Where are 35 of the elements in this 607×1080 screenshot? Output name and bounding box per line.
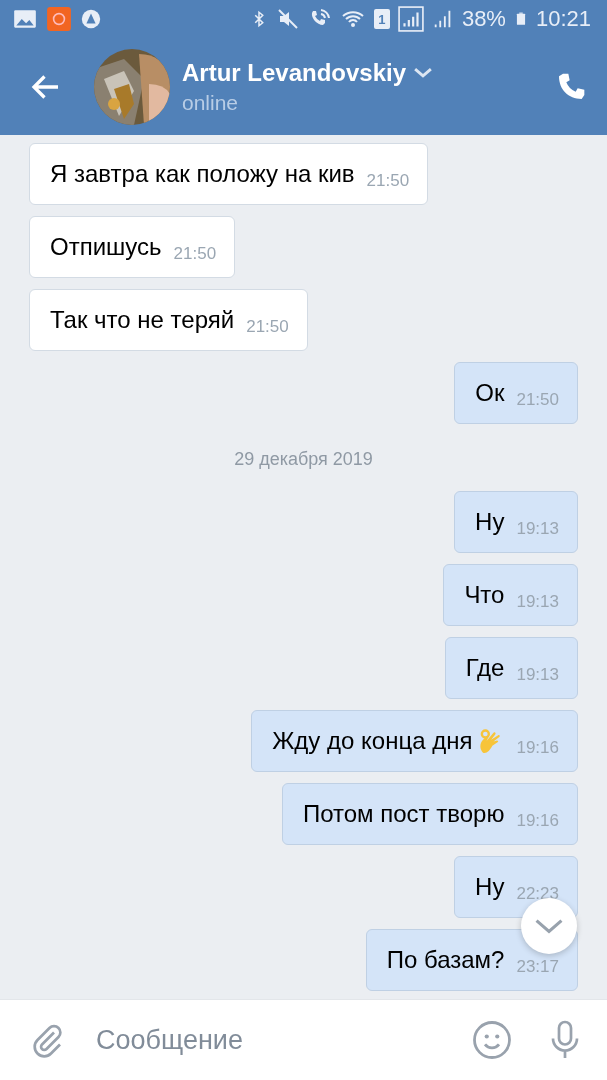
sim-badge: 1 [373, 9, 390, 29]
message-time: 19:16 [516, 738, 559, 758]
message-time: 21:50 [173, 244, 217, 264]
contact-name[interactable]: Artur Levandovskiy [182, 58, 407, 87]
composer-bar[interactable]: Сообщение [0, 999, 607, 1080]
chevron-down-icon [414, 67, 433, 78]
message-text: Отпишусь [50, 233, 162, 261]
signal-icon [397, 6, 424, 32]
message-time: 19:13 [516, 592, 559, 612]
contact-status: online [182, 90, 240, 115]
message-time: 19:16 [516, 811, 559, 831]
battery-percent: 38% [461, 6, 506, 32]
message-text: Потом пост творю [302, 800, 505, 828]
message-text: Жду до конца дня [272, 727, 473, 755]
mute-icon [275, 7, 300, 31]
message-time: 21:50 [366, 171, 410, 191]
message-time: 19:13 [516, 665, 559, 685]
emoji-icon[interactable] [471, 1019, 513, 1061]
message-text: По базам? [386, 946, 505, 974]
message-text: Где [465, 654, 505, 682]
message-time: 22:23 [516, 884, 559, 904]
chevron-down-icon [535, 918, 563, 934]
message-time: 19:13 [516, 519, 559, 539]
clock: 10:21 [535, 6, 591, 32]
message-text: Ну [475, 508, 505, 536]
message-field[interactable]: Сообщение [94, 1023, 471, 1057]
message-time: 21:50 [516, 390, 559, 410]
message-text: Что [464, 581, 505, 609]
message-time: 21:50 [246, 317, 289, 337]
date-divider: 29 декабря 2019 [234, 449, 373, 470]
message-time: 23:17 [516, 957, 559, 977]
message-text: Я завтра как положу на кив [50, 160, 355, 188]
message-text: Так что не теряй [50, 306, 235, 334]
message-text: Ну [475, 873, 505, 901]
message-text: Ок [475, 379, 505, 407]
